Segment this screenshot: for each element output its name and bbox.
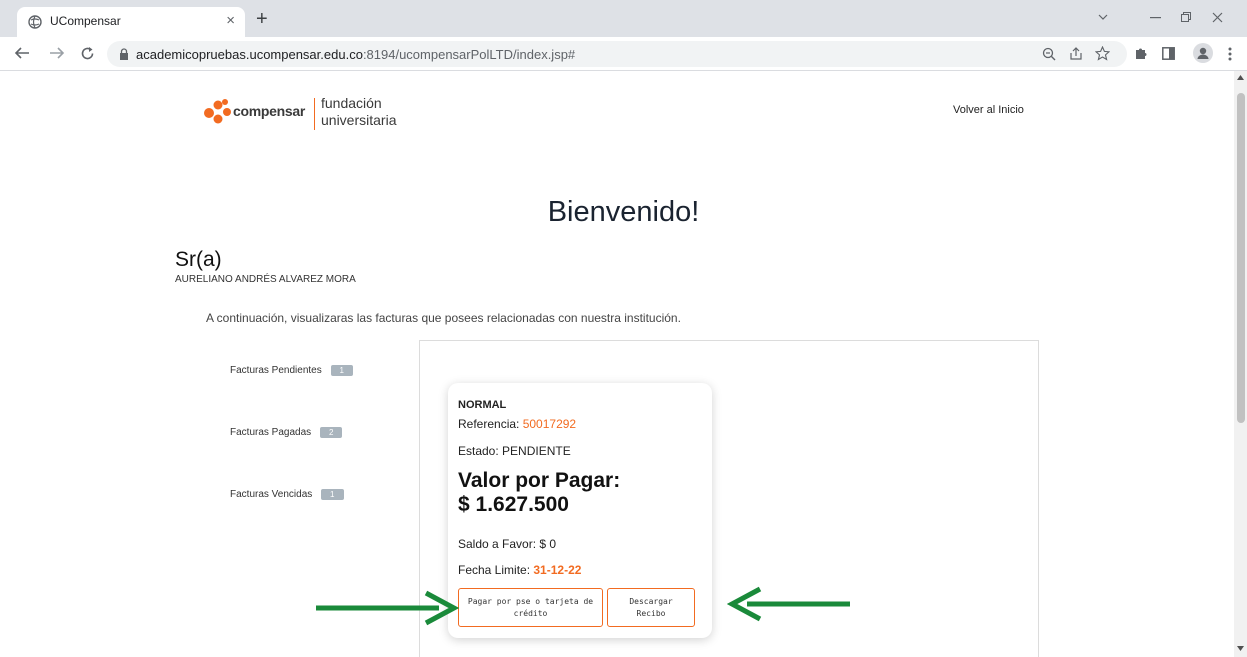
menu-kebab-icon[interactable] bbox=[1228, 47, 1232, 61]
sidebar-item-pagadas[interactable]: Facturas Pagadas 2 bbox=[230, 427, 343, 439]
count-badge: 1 bbox=[330, 365, 353, 376]
globe-icon bbox=[28, 15, 42, 29]
close-window-icon[interactable] bbox=[1212, 12, 1223, 23]
logo-subtitle-1: fundación bbox=[321, 95, 382, 111]
minimize-icon[interactable] bbox=[1150, 17, 1161, 19]
left-arrow-icon bbox=[727, 586, 850, 622]
due-date-label: Fecha Limite: bbox=[458, 563, 534, 577]
welcome-heading: Bienvenido! bbox=[547, 196, 700, 228]
invoice-card: NORMAL Referencia: 50017292 Estado: PEND… bbox=[448, 383, 712, 638]
sidebar-item-pendientes[interactable]: Facturas Pendientes 1 bbox=[230, 365, 353, 376]
balance-text: Saldo a Favor: $ 0 bbox=[458, 537, 557, 551]
sidebar-item-label: Facturas Vencidas bbox=[230, 489, 313, 501]
scroll-down-icon[interactable] bbox=[1237, 646, 1244, 651]
person-icon bbox=[1197, 47, 1209, 59]
forward-icon[interactable] bbox=[49, 46, 65, 60]
download-button-line1: Descargar bbox=[629, 597, 673, 606]
bookmark-star-icon[interactable] bbox=[1095, 46, 1110, 61]
url-path: :8194/ucompensarPolLTD/index.jsp# bbox=[362, 47, 576, 62]
side-panel-icon[interactable] bbox=[1162, 47, 1175, 60]
restore-icon[interactable] bbox=[1181, 12, 1191, 22]
download-button-line2: Recibo bbox=[636, 609, 666, 618]
home-link[interactable]: Volver al Inicio bbox=[953, 104, 1024, 116]
compensar-logo[interactable]: compensar fundación universitaria bbox=[203, 95, 403, 133]
right-arrow-icon bbox=[316, 590, 459, 626]
pay-button-line1: Pagar por pse o tarjeta de bbox=[467, 597, 594, 606]
user-name: AURELIANO ANDRÉS ALVAREZ MORA bbox=[175, 274, 356, 285]
tab-title: UCompensar bbox=[50, 14, 121, 28]
page-scrollbar[interactable] bbox=[1234, 71, 1247, 657]
intro-text: A continuación, visualizaras las factura… bbox=[206, 311, 681, 325]
logo-subtitle-2: universitaria bbox=[321, 112, 397, 128]
logo-divider bbox=[314, 98, 315, 130]
reference-value: 50017292 bbox=[522, 417, 577, 431]
browser-toolbar: academicopruebas.ucompensar.edu.co:8194/… bbox=[0, 37, 1247, 71]
salutation: Sr(a) bbox=[175, 248, 222, 271]
lock-icon bbox=[120, 48, 128, 60]
back-icon[interactable] bbox=[14, 46, 30, 60]
scroll-thumb[interactable] bbox=[1237, 93, 1245, 423]
address-bar[interactable]: academicopruebas.ucompensar.edu.co:8194/… bbox=[107, 41, 1127, 67]
pay-button[interactable]: Pagar por pse o tarjeta de crédito bbox=[458, 588, 603, 627]
count-badge: 2 bbox=[319, 427, 343, 438]
count-badge: 1 bbox=[321, 489, 344, 500]
reload-icon[interactable] bbox=[80, 46, 95, 61]
page-content: compensar fundación universitaria Volver… bbox=[0, 71, 1234, 657]
browser-tab-bar: UCompensar × + bbox=[0, 0, 1247, 37]
due-date-value: 31-12-22 bbox=[533, 563, 582, 577]
reference-label: Referencia: bbox=[458, 417, 523, 431]
pay-button-line2: crédito bbox=[513, 609, 548, 618]
zoom-icon[interactable] bbox=[1042, 47, 1056, 61]
scroll-up-icon[interactable] bbox=[1237, 75, 1244, 80]
sidebar-item-label: Facturas Pagadas bbox=[230, 427, 312, 439]
new-tab-icon[interactable]: + bbox=[256, 9, 268, 29]
invoice-type: NORMAL bbox=[458, 399, 507, 411]
tab-close-icon[interactable]: × bbox=[226, 12, 235, 30]
browser-tab[interactable]: UCompensar × bbox=[17, 7, 245, 37]
url-text: academicopruebas.ucompensar.edu.co:8194/… bbox=[136, 47, 575, 62]
profile-avatar[interactable] bbox=[1193, 43, 1213, 63]
share-icon[interactable] bbox=[1069, 47, 1083, 61]
logo-dots-icon bbox=[204, 99, 231, 124]
sidebar-item-label: Facturas Pendientes bbox=[230, 365, 322, 377]
extensions-icon[interactable] bbox=[1134, 46, 1148, 60]
amount-value: $ 1.627.500 bbox=[458, 493, 569, 516]
sidebar-item-vencidas[interactable]: Facturas Vencidas 1 bbox=[230, 489, 344, 500]
download-receipt-button[interactable]: Descargar Recibo bbox=[607, 588, 695, 627]
tab-search-icon[interactable] bbox=[1098, 13, 1108, 21]
logo-brand: compensar bbox=[233, 103, 305, 119]
due-date: Fecha Limite: 31-12-22 bbox=[458, 563, 581, 577]
invoice-state: Estado: PENDIENTE bbox=[458, 444, 571, 458]
amount-label: Valor por Pagar: bbox=[458, 469, 621, 492]
invoice-reference: Referencia: 50017292 bbox=[458, 417, 576, 431]
url-host: academicopruebas.ucompensar.edu.co bbox=[136, 47, 363, 62]
